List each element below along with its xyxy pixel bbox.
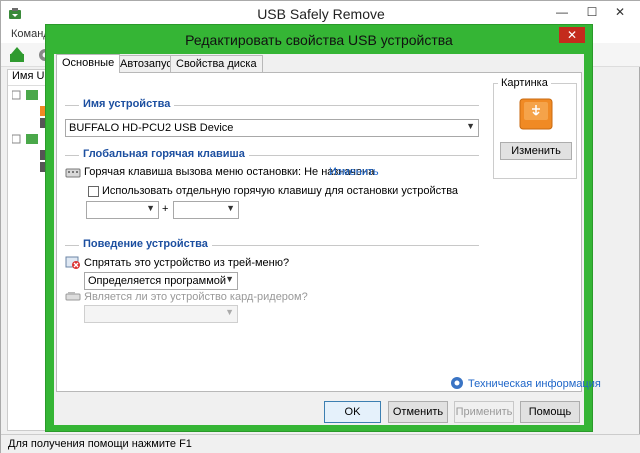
apply-button[interactable]: Применить xyxy=(454,401,514,423)
separate-hotkey-checkbox[interactable] xyxy=(88,186,99,197)
picture-group: Картинка Изменить xyxy=(493,77,577,179)
plus-label: + xyxy=(162,203,169,215)
change-picture-button[interactable]: Изменить xyxy=(500,142,572,160)
dialog-body: Основные Автозапуск Свойства диска Имя у… xyxy=(54,54,601,425)
change-hotkey-link[interactable]: Изменить xyxy=(329,166,379,178)
help-button[interactable]: Помощь xyxy=(520,401,580,423)
device-name-value: BUFFALO HD-PCU2 USB Device xyxy=(69,122,234,134)
info-gear-icon[interactable] xyxy=(449,375,465,391)
dialog-title-bar[interactable]: Редактировать свойства USB устройства ✕ xyxy=(46,25,592,54)
separate-hotkey-label: Использовать отдельную горячую клавишу д… xyxy=(102,185,459,197)
chevron-down-icon: ▼ xyxy=(226,203,235,213)
hotkey-key-select[interactable]: ▼ xyxy=(173,201,239,219)
minimize-button[interactable]: — xyxy=(547,1,577,23)
hide-from-tray-value: Определяется программой xyxy=(88,275,227,287)
tech-info-link[interactable]: Техническая информация xyxy=(468,378,601,390)
main-window-title: USB Safely Remove xyxy=(257,6,385,22)
tab-disk-properties[interactable]: Свойства диска xyxy=(170,55,263,72)
tab-page-general: Имя устройства BUFFALO HD-PCU2 USB Devic… xyxy=(56,72,601,392)
keyboard-icon xyxy=(65,168,81,178)
dialog-close-button[interactable]: ✕ xyxy=(559,27,585,43)
chevron-down-icon: ▼ xyxy=(225,274,234,284)
card-reader-label: Является ли это устройство кард-ридером? xyxy=(84,291,308,303)
tree-expander-icon[interactable] xyxy=(12,90,42,100)
chevron-down-icon: ▼ xyxy=(466,121,475,131)
dialog-title: Редактировать свойства USB устройства xyxy=(185,32,453,48)
close-button[interactable]: ✕ xyxy=(601,1,639,23)
usb-drive-icon xyxy=(519,98,553,130)
chevron-down-icon: ▼ xyxy=(146,203,155,213)
status-text: Для получения помощи нажмите F1 xyxy=(8,438,192,450)
card-reader-select[interactable]: ▼ xyxy=(84,305,238,323)
ok-button[interactable]: OK xyxy=(324,401,381,423)
device-name-combobox[interactable]: BUFFALO HD-PCU2 USB Device ▼ xyxy=(65,119,479,137)
device-name-section-title: Имя устройства xyxy=(79,98,175,110)
hotkey-section-title: Глобальная горячая клавиша xyxy=(79,148,249,160)
chevron-down-icon: ▼ xyxy=(225,307,234,317)
hide-from-tray-label: Спрятать это устройство из трей-меню? xyxy=(84,257,290,269)
tab-general[interactable]: Основные xyxy=(56,54,121,73)
stop-device-icon[interactable] xyxy=(7,45,27,65)
card-reader-icon xyxy=(65,292,81,301)
cancel-button[interactable]: Отменить xyxy=(388,401,448,423)
picture-group-title: Картинка xyxy=(498,77,551,89)
tray-hide-icon xyxy=(65,256,80,269)
behavior-section-title: Поведение устройства xyxy=(79,238,212,250)
edit-device-dialog: Редактировать свойства USB устройства ✕ … xyxy=(45,24,601,432)
hide-from-tray-select[interactable]: Определяется программой ▼ xyxy=(84,272,238,290)
tree-expander-icon[interactable] xyxy=(12,134,42,144)
status-bar: Для получения помощи нажмите F1 xyxy=(1,434,640,453)
hotkey-modifier-select[interactable]: ▼ xyxy=(86,201,159,219)
